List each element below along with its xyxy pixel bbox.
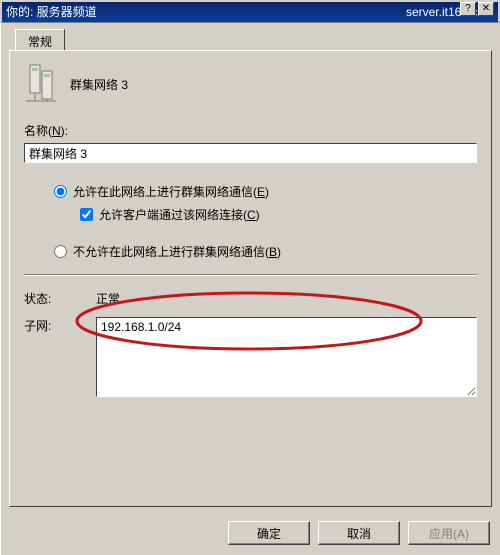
- apply-button[interactable]: 应用(A): [408, 521, 490, 545]
- button-row: 确定 取消 应用(A): [228, 521, 490, 545]
- close-icon[interactable]: [478, 2, 494, 16]
- radio-allow-cluster[interactable]: 允许在此网络上进行群集网络通信(E): [54, 183, 477, 200]
- cluster-network-icon: [24, 63, 58, 106]
- divider: [24, 274, 477, 276]
- tab-general[interactable]: 常规: [15, 29, 65, 50]
- checkbox-allow-client-input[interactable]: [80, 208, 93, 221]
- header-title: 群集网络 3: [70, 76, 128, 93]
- radio-disallow-label: 不允许在此网络上进行群集网络通信(B): [73, 243, 281, 260]
- subnet-label: 子网:: [24, 317, 86, 334]
- options-group: 允许在此网络上进行群集网络通信(E) 允许客户端通过该网络连接(C) 不允许在此…: [24, 183, 477, 260]
- tab-label: 常规: [28, 35, 52, 49]
- help-icon[interactable]: [460, 2, 476, 16]
- name-label: 名称(N):: [24, 122, 477, 139]
- radio-allow-cluster-label: 允许在此网络上进行群集网络通信(E): [73, 183, 269, 200]
- name-input[interactable]: [24, 143, 477, 163]
- tab-strip: 常规: [13, 29, 494, 51]
- ok-button[interactable]: 确定: [228, 521, 310, 545]
- status-grid: 状态: 正常 子网: 192.168.1.0/24: [24, 290, 477, 397]
- radio-disallow[interactable]: 不允许在此网络上进行群集网络通信(B): [54, 243, 477, 260]
- status-label: 状态:: [24, 290, 86, 307]
- radio-disallow-input[interactable]: [54, 245, 67, 258]
- dialog: 常规 群集网络 3 名称(N):: [0, 22, 500, 555]
- checkbox-allow-client-label: 允许客户端通过该网络连接(C): [99, 206, 260, 223]
- titlebar-controls: [460, 2, 494, 16]
- cancel-button[interactable]: 取消: [318, 521, 400, 545]
- header-row: 群集网络 3: [24, 63, 477, 106]
- checkbox-allow-client[interactable]: 允许客户端通过该网络连接(C): [80, 206, 477, 223]
- radio-allow-cluster-input[interactable]: [54, 185, 67, 198]
- status-value: 正常: [96, 290, 477, 307]
- title-bar: 你的: 服务器频道 server.it168.com: [2, 2, 498, 22]
- subnet-input[interactable]: 192.168.1.0/24: [96, 317, 477, 397]
- tab-page-general: 群集网络 3 名称(N): 允许在此网络上进行群集网络通信(E) 允许客户端通过…: [9, 50, 492, 507]
- watermark-text: 你的: 服务器频道: [6, 2, 97, 22]
